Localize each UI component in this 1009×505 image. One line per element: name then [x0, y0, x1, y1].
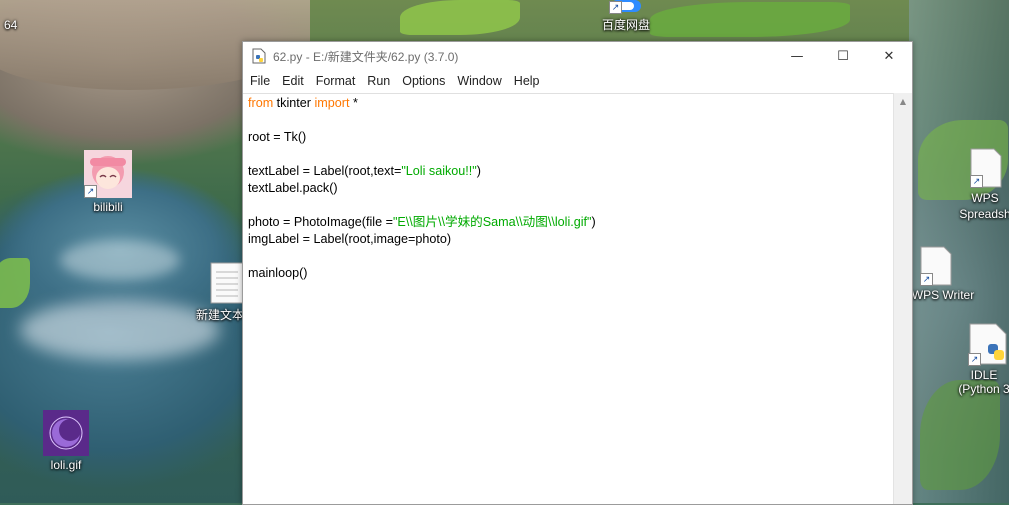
document-icon	[210, 262, 244, 304]
desktop-icon-wps-writer[interactable]: ↗ WPS Writer	[908, 246, 978, 302]
gif-thumbnail-icon	[43, 410, 89, 456]
string-token: "Loli saikou!!"	[401, 164, 477, 178]
close-icon: ✕	[883, 48, 895, 64]
menu-run[interactable]: Run	[361, 74, 396, 88]
scroll-up-icon[interactable]: ▲	[894, 93, 912, 109]
menu-window[interactable]: Window	[451, 74, 507, 88]
shortcut-arrow-icon: ↗	[84, 185, 97, 198]
code-token: )	[476, 164, 481, 178]
string-token: "E\\图片\\学妹的Sama\\动图\\loli.gif"	[392, 215, 592, 229]
code-line: textLabel = Label(root,text="Loli saikou…	[248, 164, 481, 178]
menu-help[interactable]: Help	[508, 74, 546, 88]
desktop-icon-label: (Python 3	[958, 382, 1009, 396]
minimize-button[interactable]: —	[774, 42, 820, 70]
desktop-icon-label: 百度网盘	[601, 18, 650, 32]
anime-avatar-icon: ↗	[84, 150, 132, 198]
menu-bar: File Edit Format Run Options Window Help	[243, 70, 912, 92]
document-icon: ↗	[970, 148, 1002, 188]
code-line: mainloop()	[248, 266, 308, 280]
desktop-partial-label: 64	[4, 18, 18, 32]
desktop-icon-loli-gif[interactable]: loli.gif	[36, 410, 96, 472]
desktop-icon-label: 新建文本	[195, 308, 244, 322]
desktop-icon-baidu[interactable]: ↗ 百度网盘	[598, 0, 654, 33]
code-token: textLabel = Label(root,text=	[248, 164, 402, 178]
title-bar[interactable]: 62.py - E:/新建文件夹/62.py (3.7.0) — ☐ ✕	[243, 42, 912, 70]
code-line: from tkinter import *	[248, 96, 358, 110]
maximize-button[interactable]: ☐	[820, 42, 866, 70]
vertical-scrollbar[interactable]: ▲	[893, 93, 912, 504]
desktop-icon-label: WPS Writer	[911, 288, 975, 302]
code-line: photo = PhotoImage(file ="E\\图片\\学妹的Sama…	[248, 215, 596, 229]
window-title: 62.py - E:/新建文件夹/62.py (3.7.0)	[273, 49, 459, 64]
menu-format[interactable]: Format	[310, 74, 362, 88]
desktop-icon-label: WPS Spreadsh	[959, 191, 1009, 221]
python-file-icon	[251, 48, 267, 64]
python-icon: ↗	[968, 322, 1008, 366]
keyword-token: from	[248, 96, 274, 110]
desktop-icon-label: bilibili	[93, 200, 123, 214]
code-line: textLabel.pack()	[248, 181, 338, 195]
desktop-icon-idle[interactable]: ↗ IDLE (Python 3	[956, 322, 1009, 396]
desktop-icon-label: IDLE	[970, 368, 998, 382]
idle-editor-window[interactable]: 62.py - E:/新建文件夹/62.py (3.7.0) — ☐ ✕ Fil…	[242, 41, 913, 505]
code-line: imgLabel = Label(root,image=photo)	[248, 232, 452, 246]
menu-options[interactable]: Options	[396, 74, 451, 88]
cloud-drive-icon: ↗	[609, 0, 643, 14]
menu-file[interactable]: File	[244, 74, 276, 88]
code-line: root = Tk()	[248, 130, 307, 144]
code-token: photo = PhotoImage(file =	[248, 215, 393, 229]
maximize-icon: ☐	[837, 48, 849, 64]
shortcut-arrow-icon: ↗	[609, 1, 622, 14]
code-token: tkinter	[273, 96, 315, 110]
menu-edit[interactable]: Edit	[276, 74, 310, 88]
desktop-icon-bilibili[interactable]: ↗ bilibili	[76, 150, 140, 214]
shortcut-arrow-icon: ↗	[920, 273, 933, 286]
document-icon: ↗	[920, 246, 952, 286]
code-editor[interactable]: from tkinter import * root = Tk() textLa…	[243, 93, 894, 504]
code-token: )	[591, 215, 596, 229]
desktop-icon-label: loli.gif	[50, 458, 82, 472]
minimize-icon: —	[790, 48, 804, 64]
close-button[interactable]: ✕	[866, 42, 912, 70]
desktop-icon-wps-spreadsheet[interactable]: ↗ WPS Spreadsh	[950, 148, 1009, 222]
keyword-token: import	[314, 96, 350, 110]
desktop-icon-text-document[interactable]: 新建文本	[190, 262, 250, 323]
shortcut-arrow-icon: ↗	[968, 353, 981, 366]
shortcut-arrow-icon: ↗	[970, 175, 983, 188]
code-token: *	[349, 96, 358, 110]
